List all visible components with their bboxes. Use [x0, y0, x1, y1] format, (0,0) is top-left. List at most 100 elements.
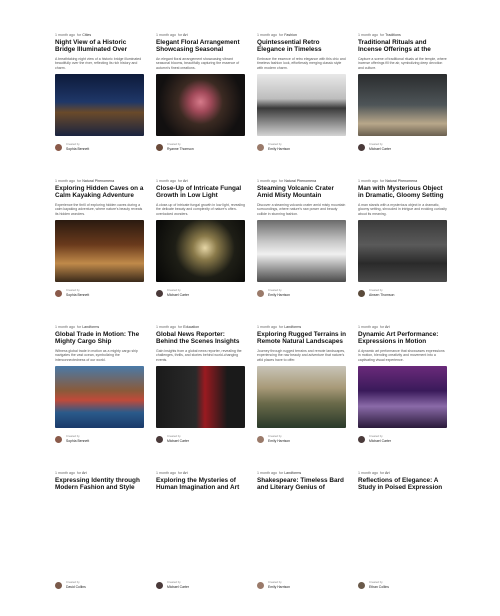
- article-card[interactable]: 1 month ago for Art Exploring the Mysteri…: [156, 470, 245, 616]
- author-name[interactable]: Michael Carter: [167, 439, 189, 443]
- article-card[interactable]: 1 month ago for Art Dynamic Art Performan…: [358, 324, 447, 470]
- article-author[interactable]: Created by Michael Carter: [156, 580, 245, 590]
- article-title[interactable]: Quintessential Retro Elegance in Timeles…: [257, 39, 346, 54]
- article-title[interactable]: Exploring Rugged Terrains in Remote Natu…: [257, 331, 346, 346]
- category-label-prefix: for: [76, 179, 82, 183]
- article-card[interactable]: 1 month ago for Art Elegant Floral Arrang…: [156, 32, 245, 178]
- article-description: Experience the thrill of exploring hidde…: [55, 203, 143, 216]
- article-title[interactable]: Global News Reporter: Behind the Scenes …: [156, 331, 245, 346]
- article-card[interactable]: 1 month ago for Traditions Traditional Ri…: [358, 32, 447, 178]
- article-image[interactable]: [55, 74, 144, 136]
- article-author[interactable]: Created by Emily Harrison: [257, 434, 346, 444]
- article-category[interactable]: Art: [183, 179, 188, 183]
- author-name[interactable]: Emily Harrison: [268, 293, 290, 297]
- article-title[interactable]: Man with Mysterious Object in Dramatic, …: [358, 185, 447, 200]
- article-image[interactable]: [55, 512, 144, 574]
- article-card[interactable]: 1 month ago for Art Reflections of Elegan…: [358, 470, 447, 616]
- article-author[interactable]: Created by Emily Harrison: [257, 142, 346, 152]
- article-title[interactable]: Elegant Floral Arrangement Showcasing Se…: [156, 39, 245, 54]
- author-name[interactable]: Emily Harrison: [268, 585, 290, 589]
- article-title[interactable]: Close-Up of Intricate Fungal Growth in L…: [156, 185, 245, 200]
- author-name[interactable]: Ainsen Thomson: [369, 293, 394, 297]
- author-name[interactable]: Sophia Bennett: [66, 147, 89, 151]
- author-name[interactable]: David Collins: [66, 585, 86, 589]
- article-card[interactable]: 1 month ago for Natural Phenomena Steamin…: [257, 178, 346, 324]
- author-name[interactable]: Emily Harrison: [268, 439, 290, 443]
- article-title[interactable]: Night View of a Historic Bridge Illumina…: [55, 39, 144, 54]
- article-card[interactable]: 1 month ago for Fashion Quintessential Re…: [257, 32, 346, 178]
- article-category[interactable]: Natural Phenomena: [284, 179, 316, 183]
- article-title[interactable]: Global Trade in Motion: The Mighty Cargo…: [55, 331, 144, 346]
- article-image[interactable]: [257, 512, 346, 574]
- article-card[interactable]: 1 month ago for Landforms Exploring Rugge…: [257, 324, 346, 470]
- article-author[interactable]: Created by Michael Carter: [156, 434, 245, 444]
- article-category[interactable]: Landforms: [284, 325, 301, 329]
- article-category[interactable]: Art: [183, 33, 188, 37]
- article-author[interactable]: Created by Ethan Collins: [358, 580, 447, 590]
- article-author[interactable]: Created by David Collins: [55, 580, 144, 590]
- author-name[interactable]: Michael Carter: [369, 147, 391, 151]
- article-image[interactable]: [257, 74, 346, 136]
- author-name[interactable]: Sophia Bennett: [66, 293, 89, 297]
- article-title[interactable]: Dynamic Art Performance: Expressions in …: [358, 331, 447, 346]
- article-time: 1 month ago: [358, 179, 378, 183]
- article-author[interactable]: Created by Sophia Bennett: [55, 142, 144, 152]
- article-category[interactable]: Natural Phenomena: [385, 179, 417, 183]
- article-category[interactable]: Art: [385, 325, 390, 329]
- article-meta: 1 month ago for Natural Phenomena: [55, 178, 144, 184]
- article-author[interactable]: Created by Sophia Bennett: [55, 288, 144, 298]
- article-image[interactable]: [156, 366, 245, 428]
- article-author[interactable]: Created by Ainsen Thomson: [358, 288, 447, 298]
- author-name[interactable]: Michael Carter: [167, 585, 189, 589]
- article-title[interactable]: Traditional Rituals and Incense Offering…: [358, 39, 447, 54]
- article-image[interactable]: [257, 220, 346, 282]
- article-image[interactable]: [358, 512, 447, 574]
- article-image[interactable]: [257, 366, 346, 428]
- article-image[interactable]: [358, 74, 447, 136]
- article-category[interactable]: Art: [183, 471, 188, 475]
- article-category[interactable]: Art: [385, 471, 390, 475]
- category-label-prefix: for: [177, 33, 183, 37]
- article-image[interactable]: [55, 220, 144, 282]
- article-category[interactable]: Cities: [82, 33, 91, 37]
- article-card[interactable]: 1 month ago for Landforms Global Trade in…: [55, 324, 144, 470]
- author-name[interactable]: Michael Carter: [369, 439, 391, 443]
- article-author[interactable]: Created by Ryanne Thomson: [156, 142, 245, 152]
- article-category[interactable]: Landforms: [82, 325, 99, 329]
- article-image[interactable]: [156, 512, 245, 574]
- article-image[interactable]: [55, 366, 144, 428]
- article-category[interactable]: Landforms: [284, 471, 301, 475]
- article-category[interactable]: Education: [183, 325, 199, 329]
- article-card[interactable]: 1 month ago for Art Expressing Identity t…: [55, 470, 144, 616]
- article-category[interactable]: Art: [82, 471, 87, 475]
- article-category[interactable]: Traditions: [385, 33, 401, 37]
- article-author[interactable]: Created by Sophia Bennett: [55, 434, 144, 444]
- article-card[interactable]: 1 month ago for Cities Night View of a Hi…: [55, 32, 144, 178]
- article-description: Journey through rugged terrains and remo…: [257, 349, 346, 362]
- article-image[interactable]: [156, 220, 245, 282]
- article-meta: 1 month ago for Art: [55, 470, 144, 476]
- article-title[interactable]: Exploring Hidden Caves on a Calm Kayakin…: [55, 185, 144, 200]
- article-author[interactable]: Created by Emily Harrison: [257, 580, 346, 590]
- article-category[interactable]: Natural Phenomena: [82, 179, 114, 183]
- article-image[interactable]: [156, 74, 245, 136]
- author-name[interactable]: Michael Carter: [167, 293, 189, 297]
- author-name[interactable]: Sophia Bennett: [66, 439, 89, 443]
- article-title[interactable]: Steaming Volcanic Crater Amid Misty Moun…: [257, 185, 346, 200]
- article-card[interactable]: 1 month ago for Natural Phenomena Man wit…: [358, 178, 447, 324]
- article-author[interactable]: Created by Michael Carter: [156, 288, 245, 298]
- avatar: [257, 143, 264, 151]
- article-card[interactable]: 1 month ago for Art Close-Up of Intricate…: [156, 178, 245, 324]
- author-name[interactable]: Ethan Collins: [369, 585, 389, 589]
- article-card[interactable]: 1 month ago for Natural Phenomena Explori…: [55, 178, 144, 324]
- author-name[interactable]: Emily Harrison: [268, 147, 290, 151]
- article-card[interactable]: 1 month ago for Education Global News Rep…: [156, 324, 245, 470]
- article-card[interactable]: 1 month ago for Landforms Shakespeare: Ti…: [257, 470, 346, 616]
- article-category[interactable]: Fashion: [284, 33, 297, 37]
- article-image[interactable]: [358, 220, 447, 282]
- article-author[interactable]: Created by Michael Carter: [358, 142, 447, 152]
- article-author[interactable]: Created by Emily Harrison: [257, 288, 346, 298]
- author-name[interactable]: Ryanne Thomson: [167, 147, 194, 151]
- article-image[interactable]: [358, 366, 447, 428]
- article-author[interactable]: Created by Michael Carter: [358, 434, 447, 444]
